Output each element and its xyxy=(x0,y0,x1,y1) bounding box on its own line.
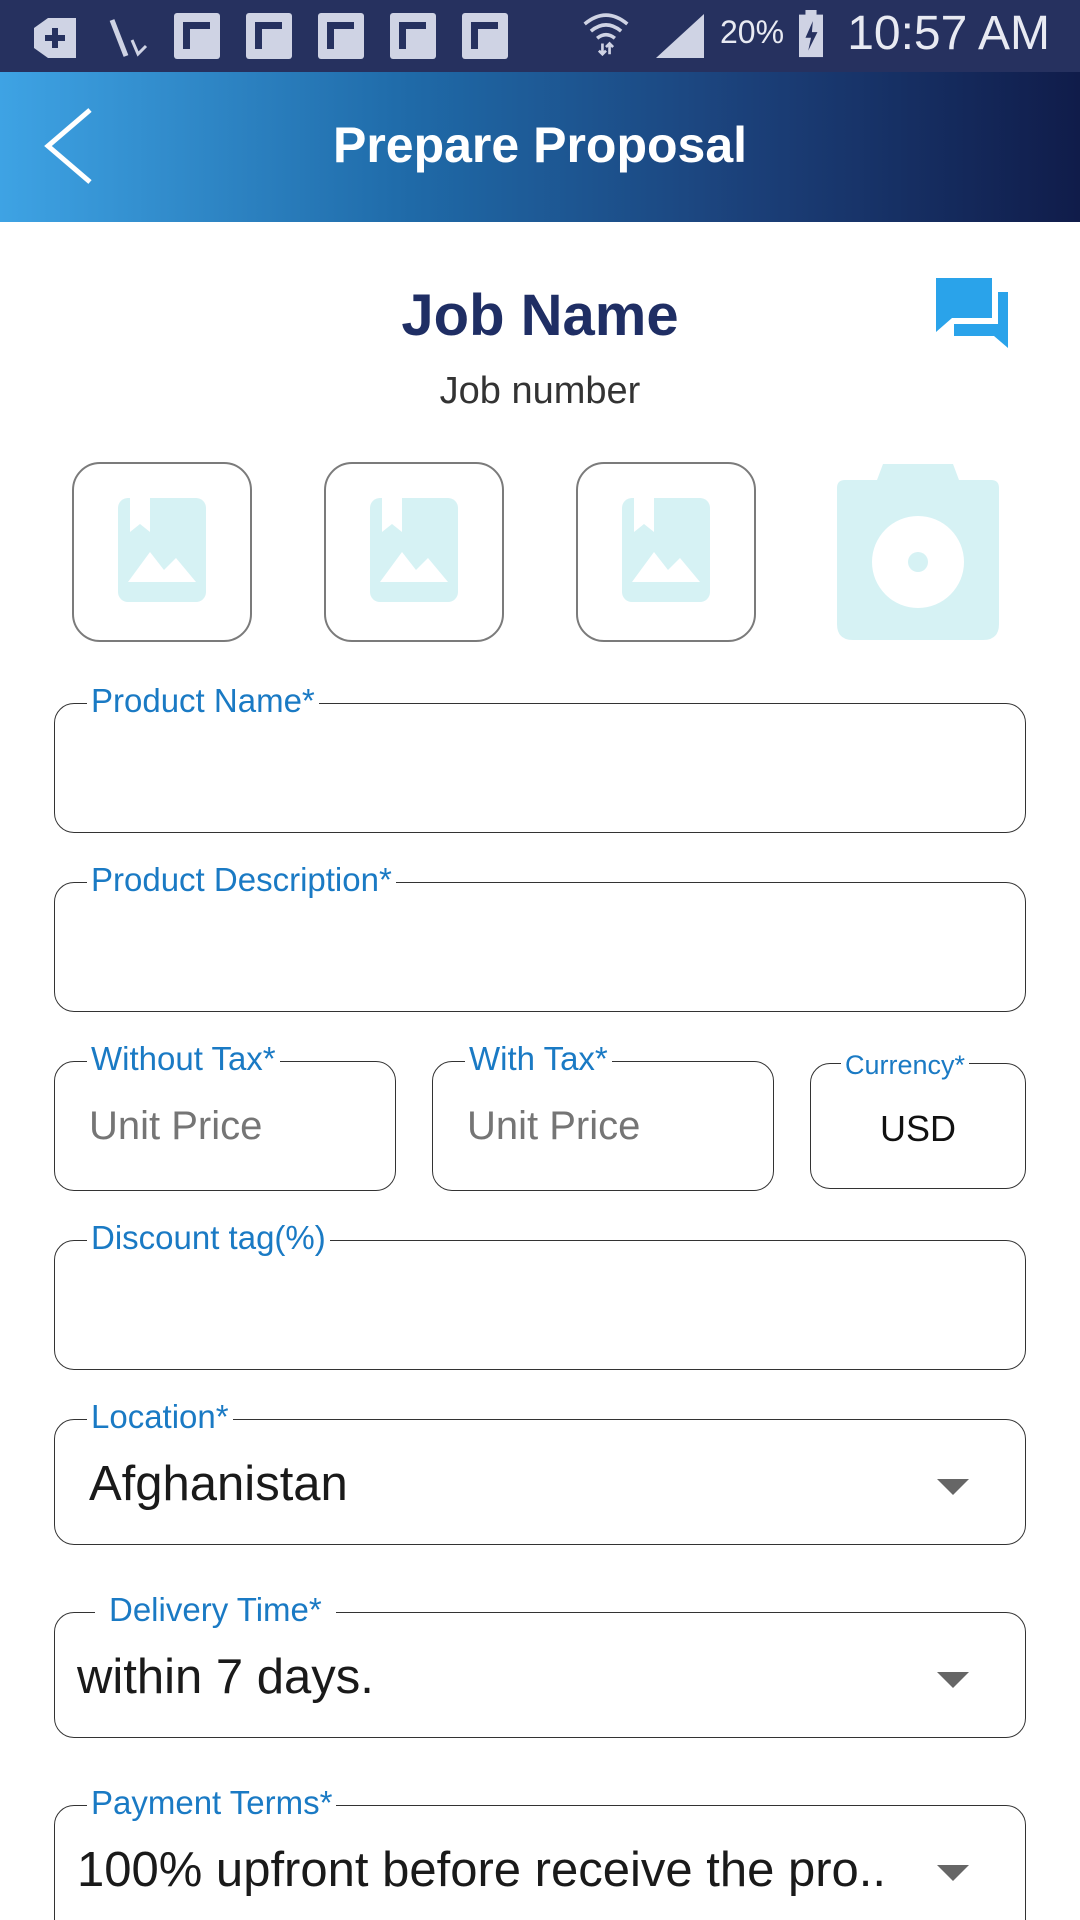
product-name-label: Product Name* xyxy=(87,682,319,720)
delivery-time-value: within 7 days. xyxy=(77,1650,374,1704)
without-tax-label: Without Tax* xyxy=(87,1040,280,1078)
without-tax-field[interactable]: Without Tax* xyxy=(54,1040,396,1191)
app-header: Prepare Proposal xyxy=(0,72,1080,222)
notification-icon xyxy=(174,13,220,59)
image-placeholder-icon xyxy=(622,498,710,602)
currency-value: USD xyxy=(879,1108,956,1149)
image-placeholder-icon xyxy=(118,498,206,602)
discount-label: Discount tag(%) xyxy=(87,1219,330,1257)
notification-icon xyxy=(462,13,508,59)
product-name-input[interactable] xyxy=(89,746,995,791)
image-slot-3[interactable] xyxy=(576,462,756,642)
location-dropdown[interactable]: Location* Afghanistan xyxy=(54,1398,1026,1545)
product-description-label: Product Description* xyxy=(87,861,396,899)
product-description-input[interactable] xyxy=(89,925,995,970)
status-bar: 20% 10:57 AM xyxy=(0,0,1080,72)
with-tax-field[interactable]: With Tax* xyxy=(432,1040,774,1191)
battery-charging-icon xyxy=(799,10,823,58)
payment-terms-dropdown[interactable]: Payment Terms* 100% upfront before recei… xyxy=(54,1784,1026,1920)
with-tax-input[interactable] xyxy=(467,1104,743,1149)
missed-call-icon xyxy=(109,19,148,57)
delivery-time-dropdown[interactable]: Delivery Time* within 7 days. xyxy=(54,1591,1026,1738)
product-name-field[interactable]: Product Name* xyxy=(54,682,1026,833)
job-name: Job Name xyxy=(401,283,679,348)
with-tax-label: With Tax* xyxy=(465,1040,612,1078)
chevron-down-icon xyxy=(937,1865,969,1881)
chat-icon[interactable] xyxy=(932,276,1012,352)
currency-field[interactable]: Currency* USD xyxy=(810,1046,1026,1189)
wifi-icon xyxy=(583,13,629,56)
page-title: Prepare Proposal xyxy=(332,117,748,173)
location-value: Afghanistan xyxy=(89,1457,348,1511)
payment-terms-value: 100% upfront before receive the pro.. xyxy=(77,1843,887,1897)
notification-icon xyxy=(246,13,292,59)
location-label: Location* xyxy=(87,1398,233,1436)
discount-field[interactable]: Discount tag(%) xyxy=(54,1219,1026,1370)
image-placeholder-icon xyxy=(370,498,458,602)
job-number: Job number xyxy=(439,370,641,412)
chevron-down-icon xyxy=(937,1479,969,1495)
clock: 10:57 AM xyxy=(847,7,1050,60)
chevron-down-icon xyxy=(937,1672,969,1688)
camera-icon[interactable] xyxy=(827,460,1009,642)
currency-label: Currency* xyxy=(841,1046,970,1084)
discount-input[interactable] xyxy=(89,1283,995,1328)
notification-icon xyxy=(318,13,364,59)
without-tax-input[interactable] xyxy=(89,1104,365,1149)
delivery-time-label: Delivery Time* xyxy=(95,1591,336,1629)
image-slot-1[interactable] xyxy=(72,462,252,642)
image-slot-2[interactable] xyxy=(324,462,504,642)
notification-icon xyxy=(390,13,436,59)
download-icon xyxy=(34,18,76,58)
payment-terms-label: Payment Terms* xyxy=(87,1784,337,1822)
signal-icon xyxy=(656,14,704,58)
battery-percent: 20% xyxy=(720,14,785,50)
product-description-field[interactable]: Product Description* xyxy=(54,861,1026,1012)
